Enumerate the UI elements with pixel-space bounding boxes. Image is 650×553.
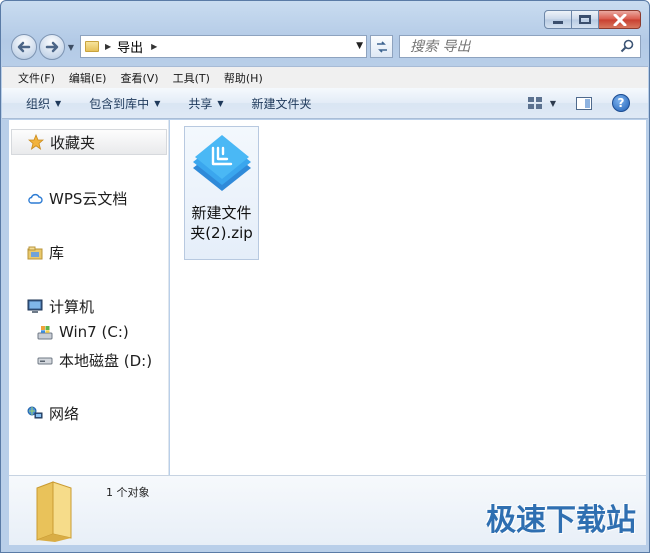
history-nav: ▼	[11, 34, 77, 60]
details-pane: 1 个对象 极速下载站	[9, 475, 646, 545]
navigation-pane: 收藏夹 WPS云文档 库 计算机 Win7 (C:) 本地磁盘 (D:) 网络	[9, 120, 169, 475]
view-options-dropdown-icon[interactable]: ▼	[550, 99, 556, 108]
menu-bar: 文件(F) 编辑(E) 查看(V) 工具(T) 帮助(H)	[2, 66, 648, 88]
nav-wps-cloud[interactable]: WPS云文档	[27, 188, 127, 209]
include-in-library-button[interactable]: 包含到库中 ▼	[89, 95, 160, 112]
hard-drive-icon	[37, 353, 53, 369]
breadcrumb-separator-icon[interactable]: ▶	[105, 42, 111, 51]
recent-locations-dropdown[interactable]: ▼	[65, 43, 77, 52]
caption-buttons	[544, 10, 641, 29]
nav-computer-label: 计算机	[49, 298, 95, 316]
menu-file[interactable]: 文件(F)	[18, 70, 55, 86]
close-button[interactable]	[599, 10, 641, 29]
nav-drive-c-label: Win7 (C:)	[59, 323, 129, 341]
new-folder-button[interactable]: 新建文件夹	[252, 95, 312, 112]
network-icon	[27, 406, 43, 422]
watermark-text: 极速下载站	[486, 503, 636, 538]
file-name: 新建文件夹(2).zip	[190, 204, 253, 242]
maximize-button[interactable]	[572, 10, 599, 29]
back-button[interactable]	[11, 34, 37, 60]
nav-favorites[interactable]: 收藏夹	[11, 129, 167, 155]
close-icon	[613, 13, 626, 26]
file-list-area[interactable]: 新建文件夹(2).zip	[170, 120, 646, 475]
nav-network[interactable]: 网络	[27, 403, 79, 424]
file-item[interactable]: 新建文件夹(2).zip	[184, 126, 259, 260]
command-bar: 组织 ▼ 包含到库中 ▼ 共享 ▼ 新建文件夹 ▼ ?	[2, 88, 648, 119]
organize-button[interactable]: 组织 ▼	[26, 95, 61, 112]
item-count: 1 个对象	[106, 486, 150, 499]
share-label: 共享	[188, 96, 213, 111]
library-icon	[27, 245, 43, 261]
nav-wps-cloud-label: WPS云文档	[49, 190, 128, 208]
change-view-icon[interactable]	[527, 97, 542, 109]
explorer-window: ▼ ▶ 导出 ▶ ▼ 文件(F) 编辑(E) 查看(V) 工具(T) 帮助(H)…	[0, 0, 650, 553]
nav-network-label: 网络	[49, 405, 80, 423]
chevron-down-icon: ▼	[67, 42, 75, 52]
maximize-icon	[579, 15, 591, 24]
search-input[interactable]	[410, 38, 610, 55]
chevron-down-icon: ▼	[217, 98, 224, 108]
help-icon[interactable]: ?	[612, 94, 630, 112]
share-button[interactable]: 共享 ▼	[188, 95, 223, 112]
nav-libraries-label: 库	[49, 244, 65, 262]
minimize-icon	[553, 21, 563, 24]
nav-libraries[interactable]: 库	[27, 242, 64, 263]
nav-drive-c[interactable]: Win7 (C:)	[37, 323, 129, 341]
forward-arrow-icon	[45, 41, 59, 53]
view-controls: ▼ ?	[527, 94, 630, 112]
refresh-icon	[376, 40, 387, 53]
menu-view[interactable]: 查看(V)	[120, 70, 158, 86]
chevron-down-icon: ▼	[55, 98, 62, 108]
nav-computer[interactable]: 计算机	[27, 296, 94, 317]
search-icon[interactable]	[620, 39, 634, 53]
breadcrumb-item[interactable]: 导出	[117, 37, 143, 56]
menu-edit[interactable]: 编辑(E)	[69, 70, 107, 86]
refresh-button[interactable]	[370, 35, 393, 58]
cloud-icon	[27, 191, 43, 207]
nav-favorites-label: 收藏夹	[50, 133, 96, 152]
menu-tools[interactable]: 工具(T)	[173, 70, 210, 86]
computer-icon	[27, 299, 43, 315]
address-dropdown-icon[interactable]: ▼	[356, 41, 363, 51]
menu-help[interactable]: 帮助(H)	[224, 70, 263, 86]
address-bar[interactable]: ▶ 导出 ▶ ▼	[80, 35, 367, 58]
folder-icon	[85, 41, 99, 52]
folder-icon	[36, 481, 72, 542]
search-box[interactable]	[399, 35, 641, 58]
back-arrow-icon	[17, 41, 31, 53]
minimize-button[interactable]	[544, 10, 572, 29]
chevron-down-icon: ▼	[154, 98, 161, 108]
forward-button[interactable]	[39, 34, 65, 60]
nav-drive-d-label: 本地磁盘 (D:)	[59, 352, 153, 370]
wps-zip-icon	[192, 135, 251, 191]
nav-drive-d[interactable]: 本地磁盘 (D:)	[37, 350, 152, 371]
star-icon	[28, 134, 44, 150]
new-folder-label: 新建文件夹	[251, 96, 312, 111]
organize-label: 组织	[26, 96, 51, 111]
include-library-label: 包含到库中	[89, 96, 150, 111]
system-drive-icon	[37, 324, 53, 340]
breadcrumb-separator-icon[interactable]: ▶	[151, 42, 157, 51]
preview-pane-icon[interactable]	[576, 96, 592, 110]
